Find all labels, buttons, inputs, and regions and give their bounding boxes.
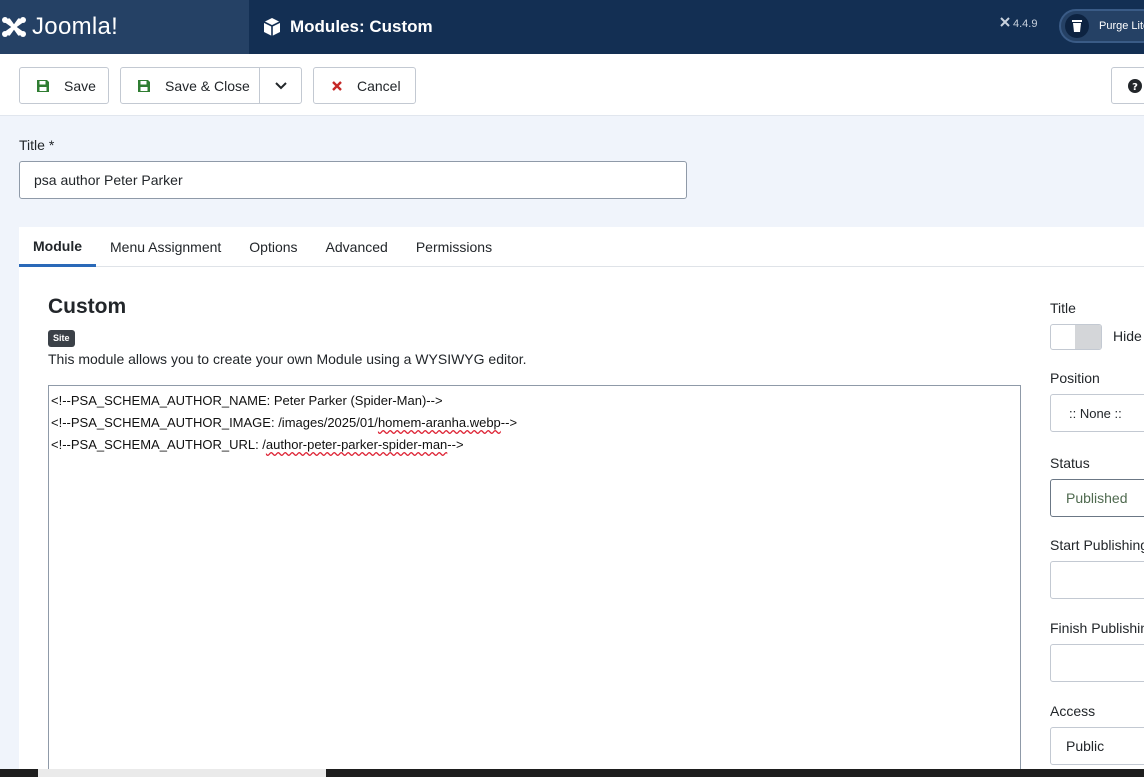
access-value: Public	[1066, 738, 1105, 754]
tab-bar: Module Menu Assignment Options Advanced …	[19, 227, 1144, 267]
status-label: Status	[1050, 455, 1090, 471]
version-text: 4.4.9	[1013, 17, 1038, 30]
chevron-down-icon	[274, 81, 287, 89]
purge-lite-button[interactable]: Purge Lite	[1059, 9, 1144, 43]
svg-text:?: ?	[1132, 82, 1138, 93]
position-value: :: None ::	[1069, 405, 1122, 421]
save-options-dropdown[interactable]	[259, 67, 302, 104]
floppy-icon	[138, 79, 150, 92]
spellcheck-flag: homem-aranha.webp	[377, 415, 501, 430]
close-icon	[332, 80, 342, 91]
toggle-knob	[1075, 325, 1101, 349]
editor-line: <!--PSA_SCHEMA_AUTHOR_URL: /author-peter…	[51, 437, 464, 452]
start-publishing-label: Start Publishing	[1050, 537, 1144, 553]
version-info: 4.4.9	[1000, 17, 1037, 30]
cube-icon	[262, 17, 282, 37]
floppy-icon	[37, 79, 49, 92]
start-publishing-field[interactable]	[1050, 561, 1144, 599]
save-close-button[interactable]: Save & Close	[120, 67, 260, 104]
purge-label: Purge Lite	[1099, 20, 1144, 32]
title-label: Title *	[19, 137, 55, 153]
taskbar-segment	[38, 769, 326, 777]
top-header: Joomla! Modules: Custom 4.4.9 Purge Lite	[0, 0, 1144, 54]
finish-publishing-field[interactable]	[1050, 644, 1144, 682]
help-button[interactable]: ?	[1111, 67, 1144, 104]
tab-permissions[interactable]: Permissions	[402, 227, 506, 267]
page-title: Modules: Custom	[290, 17, 433, 36]
hide-label: Hide	[1113, 328, 1142, 344]
site-badge: Site	[48, 330, 75, 347]
save-close-label: Save & Close	[165, 77, 250, 94]
tab-options[interactable]: Options	[235, 227, 311, 267]
status-value: Published	[1066, 490, 1128, 506]
status-select[interactable]: Published	[1050, 479, 1144, 517]
logo-text: Joomla!	[32, 13, 119, 40]
taskbar-strip	[0, 769, 1144, 777]
trash-icon	[1065, 14, 1089, 38]
title-show-toggle[interactable]	[1050, 324, 1102, 350]
page-title-area: Modules: Custom	[262, 0, 433, 54]
position-label: Position	[1050, 370, 1100, 386]
toolbar: Save Save & Close Cancel ?	[0, 54, 1144, 116]
title-input[interactable]	[19, 161, 687, 199]
tab-module[interactable]: Module	[19, 227, 96, 267]
finish-publishing-label: Finish Publishing	[1050, 620, 1144, 636]
save-button[interactable]: Save	[19, 67, 109, 104]
joomla-small-icon	[1000, 17, 1010, 30]
access-label: Access	[1050, 703, 1096, 719]
module-description: This module allows you to create your ow…	[48, 351, 527, 367]
module-heading: Custom	[48, 295, 127, 318]
editor-line: <!--PSA_SCHEMA_AUTHOR_IMAGE: /images/202…	[51, 415, 518, 430]
module-panel: Custom Site This module allows you to cr…	[19, 267, 1144, 777]
tab-advanced[interactable]: Advanced	[312, 227, 402, 267]
spellcheck-flag: author-peter-parker-spider-man	[265, 437, 448, 452]
position-select[interactable]: :: None ::	[1050, 394, 1144, 432]
cancel-button[interactable]: Cancel	[313, 67, 416, 104]
save-label: Save	[64, 77, 96, 94]
cancel-label: Cancel	[357, 77, 401, 94]
title-toggle-label: Title	[1050, 300, 1076, 316]
tab-menu-assignment[interactable]: Menu Assignment	[96, 227, 235, 267]
joomla-logo-icon	[0, 13, 28, 41]
content-editor[interactable]: <!--PSA_SCHEMA_AUTHOR_NAME: Peter Parker…	[48, 385, 1021, 777]
joomla-logo[interactable]: Joomla!	[0, 0, 249, 54]
access-select[interactable]: Public	[1050, 727, 1144, 765]
editor-line: <!--PSA_SCHEMA_AUTHOR_NAME: Peter Parker…	[51, 393, 443, 408]
question-icon: ?	[1128, 78, 1142, 93]
